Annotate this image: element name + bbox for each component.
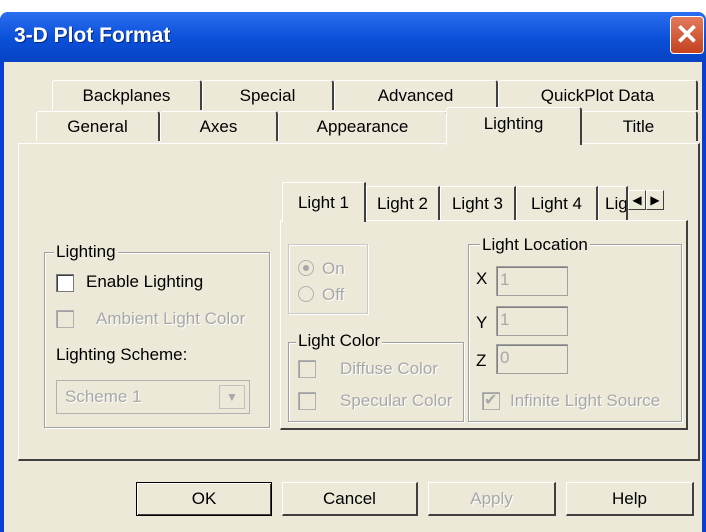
enable-lighting-checkbox[interactable] — [56, 274, 74, 292]
radio-off-label: Off — [322, 285, 345, 304]
z-label: Z — [476, 351, 487, 370]
radio-on-label: On — [322, 259, 345, 278]
close-button[interactable]: ✕ — [670, 16, 704, 54]
light-tab-3[interactable]: Light 3 — [440, 186, 516, 220]
tab-advanced[interactable]: Advanced — [334, 80, 498, 110]
light-location-title: Light Location — [480, 235, 590, 255]
light-tab-1[interactable]: Light 1 — [282, 182, 366, 222]
tab-title[interactable]: Title — [580, 111, 698, 141]
infinite-light-source-label: Infinite Light Source — [510, 391, 661, 410]
x-field[interactable]: 1 — [496, 266, 568, 296]
radio-dot — [303, 265, 309, 271]
infinite-light-source-checkbox[interactable]: ✔ — [482, 392, 500, 410]
ambient-light-color-checkbox[interactable] — [56, 310, 74, 328]
cancel-button[interactable]: Cancel — [282, 482, 418, 516]
scroll-left-icon[interactable]: ◀ — [628, 190, 646, 210]
light-tab-4[interactable]: Light 4 — [516, 186, 598, 220]
tab-backplanes[interactable]: Backplanes — [52, 80, 202, 110]
window-title: 3-D Plot Format — [14, 24, 171, 47]
diffuse-color-checkbox[interactable] — [298, 360, 316, 378]
light-tab-5[interactable]: Lig — [598, 186, 628, 220]
tab-general[interactable]: General — [36, 111, 160, 141]
light-tab-2[interactable]: Light 2 — [366, 186, 440, 220]
tab-lighting[interactable]: Lighting — [446, 107, 582, 145]
tab-special[interactable]: Special — [202, 80, 334, 110]
ambient-light-color-label: Ambient Light Color — [96, 309, 246, 328]
radio-off[interactable] — [298, 286, 314, 302]
tab-axes[interactable]: Axes — [160, 111, 278, 141]
y-label: Y — [476, 313, 488, 332]
specular-color-label: Specular Color — [340, 391, 453, 410]
y-field[interactable]: 1 — [496, 306, 568, 336]
z-field[interactable]: 0 — [496, 344, 568, 374]
help-button[interactable]: Help — [566, 482, 694, 516]
lighting-group-title: Lighting — [54, 242, 118, 262]
x-label: X — [476, 269, 488, 288]
radio-on[interactable] — [298, 260, 314, 276]
diffuse-color-label: Diffuse Color — [340, 359, 438, 378]
specular-color-checkbox[interactable] — [298, 392, 316, 410]
scroll-right-icon[interactable]: ▶ — [646, 190, 664, 210]
ok-button[interactable]: OK — [136, 482, 272, 516]
apply-button[interactable]: Apply — [428, 482, 556, 516]
lighting-scheme-label: Lighting Scheme: — [56, 345, 188, 364]
tab-appearance[interactable]: Appearance — [278, 111, 448, 141]
tab-quickplot-data[interactable]: QuickPlot Data — [498, 80, 698, 110]
light-color-title: Light Color — [296, 331, 383, 351]
lighting-scheme-select[interactable]: Scheme 1 ▼ — [56, 380, 250, 414]
check-icon: ✔ — [484, 392, 498, 409]
lighting-scheme-value: Scheme 1 — [65, 387, 142, 406]
enable-lighting-label: Enable Lighting — [86, 272, 204, 291]
close-icon: ✕ — [675, 19, 699, 50]
chevron-down-icon[interactable]: ▼ — [219, 385, 245, 409]
